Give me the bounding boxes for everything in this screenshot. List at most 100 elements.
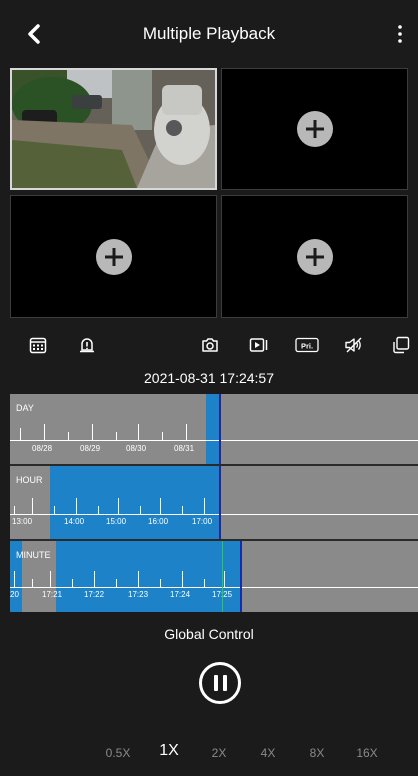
layout-icon (393, 336, 410, 354)
minor-tick (72, 579, 73, 587)
mute-button[interactable] (343, 334, 365, 356)
minor-tick (32, 579, 33, 587)
minor-tick (116, 579, 117, 587)
day-axis (10, 440, 418, 441)
video-cell-3[interactable] (10, 195, 217, 318)
major-tick (44, 424, 45, 440)
minute-playhead[interactable] (240, 541, 242, 612)
hour-tick-label: 16:00 (148, 517, 169, 526)
major-tick (182, 571, 183, 587)
pause-icon (211, 675, 229, 691)
hour-timeline[interactable]: HOUR 13:00 14:00 15:00 16:00 17:00 (10, 466, 418, 539)
day-tick-label: 08/31 (174, 444, 195, 453)
minor-tick (98, 506, 99, 514)
add-camera-button[interactable] (296, 238, 333, 275)
minute-tick-label: 17:21 (42, 590, 63, 599)
pri-label-icon: Pri. (295, 337, 319, 353)
record-button[interactable] (248, 334, 270, 356)
alarm-button[interactable] (76, 334, 98, 356)
add-icon (305, 247, 324, 266)
pri-button[interactable]: Pri. (294, 334, 320, 356)
hour-timeline-label: HOUR (16, 475, 43, 485)
hour-axis (10, 514, 418, 515)
minor-tick (116, 432, 117, 440)
minute-tick-label: 17:23 (128, 590, 149, 599)
major-tick (204, 498, 205, 514)
major-tick (50, 571, 51, 587)
add-icon (305, 120, 324, 138)
minor-tick (204, 579, 205, 587)
minor-tick (14, 506, 15, 514)
minute-recording-segment (56, 541, 240, 612)
more-menu-button[interactable] (388, 20, 412, 48)
minute-tick-label: 17:22 (84, 590, 105, 599)
hour-playhead[interactable] (219, 466, 221, 539)
major-tick (20, 428, 21, 440)
mute-icon (345, 337, 362, 353)
speed-option-1x[interactable]: 1X (159, 742, 179, 760)
speed-option-8x[interactable]: 8X (310, 746, 325, 760)
major-tick (32, 498, 33, 514)
day-playhead[interactable] (219, 394, 221, 464)
hour-tick-label: 17:00 (192, 517, 213, 526)
minute-axis (10, 587, 418, 588)
speed-option-0.5x[interactable]: 0.5X (106, 746, 131, 760)
minute-timeline[interactable]: MINUTE 20 17:21 17:22 17:23 17:24 17:25 (10, 541, 418, 612)
video-cell-2[interactable] (221, 68, 408, 190)
minute-timeline-label: MINUTE (16, 550, 51, 560)
playback-toolbar: Pri. (0, 322, 418, 368)
layout-button[interactable] (390, 334, 412, 356)
calendar-button[interactable] (27, 334, 49, 356)
major-tick (118, 498, 119, 514)
video-cell-4[interactable] (221, 195, 408, 318)
speed-option-4x[interactable]: 4X (261, 746, 276, 760)
minor-tick (162, 432, 163, 440)
major-tick (94, 571, 95, 587)
hour-tick-label: 13:00 (12, 517, 33, 526)
snapshot-icon (202, 338, 218, 352)
day-tick-label: 08/30 (126, 444, 147, 453)
day-tick-label: 08/28 (32, 444, 53, 453)
major-tick (138, 571, 139, 587)
major-tick (14, 571, 15, 587)
record-icon (249, 338, 268, 352)
day-timeline-label: DAY (16, 403, 34, 413)
back-button[interactable] (20, 20, 48, 48)
day-timeline[interactable]: DAY 08/28 08/29 08/30 08/31 (10, 394, 418, 464)
add-camera-button[interactable] (95, 238, 132, 275)
camera-feed (12, 70, 215, 188)
pause-button[interactable] (199, 662, 241, 704)
speed-option-16x[interactable]: 16X (356, 746, 377, 760)
minute-tick-label: 17:24 (170, 590, 191, 599)
major-tick (138, 424, 139, 440)
current-datetime: 2021-08-31 17:24:57 (144, 370, 274, 386)
speed-option-2x[interactable]: 2X (212, 746, 227, 760)
video-cell-1[interactable] (10, 68, 217, 190)
add-camera-button[interactable] (296, 111, 333, 147)
minute-tick-label: 20 (10, 590, 19, 599)
minute-current-marker (222, 541, 223, 612)
page-title: Multiple Playback (142, 24, 276, 43)
global-control-label: Global Control (164, 626, 254, 642)
major-tick (160, 498, 161, 514)
minor-tick (140, 506, 141, 514)
playback-speed-selector: 0.5X 1X 2X 4X 8X 16X (0, 742, 418, 766)
major-tick (224, 571, 225, 587)
day-recording-segment (206, 394, 220, 464)
major-tick (76, 498, 77, 514)
chevron-left-icon (28, 24, 40, 44)
header: Multiple Playback (0, 0, 418, 68)
snapshot-button[interactable] (199, 334, 221, 356)
add-icon (104, 247, 123, 266)
day-tick-label: 08/29 (80, 444, 101, 453)
alarm-icon (80, 338, 94, 353)
video-grid (10, 68, 408, 320)
hour-tick-label: 14:00 (64, 517, 85, 526)
pri-label-text: Pri. (301, 341, 313, 350)
major-tick (186, 424, 187, 440)
calendar-icon (29, 337, 47, 354)
minor-tick (160, 579, 161, 587)
kebab-menu-icon (398, 25, 402, 43)
hour-tick-label: 15:00 (106, 517, 127, 526)
minor-tick (182, 506, 183, 514)
